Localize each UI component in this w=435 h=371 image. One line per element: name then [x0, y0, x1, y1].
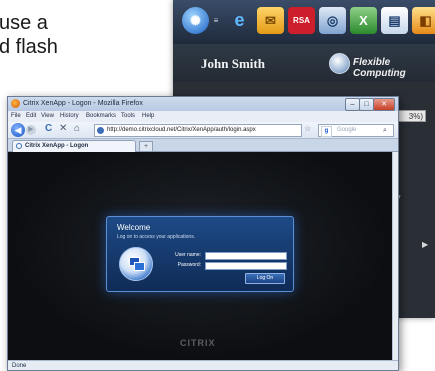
ie-icon[interactable]: e	[226, 7, 253, 34]
submenu-arrow-icon: ▶	[422, 240, 429, 249]
network-icon[interactable]: ◎	[319, 7, 346, 34]
stop-icon[interactable]: ✕	[59, 123, 67, 134]
password-label: Password:	[177, 262, 201, 268]
forward-button[interactable]: ▶	[26, 125, 36, 135]
login-dialog: Welcome Log on to access your applicatio…	[106, 216, 294, 292]
password-input[interactable]	[205, 262, 287, 270]
percent-box: 3%)	[398, 110, 426, 122]
menu-edit[interactable]: Edit	[26, 111, 36, 122]
menu-tools[interactable]: Tools	[121, 111, 135, 122]
search-icon[interactable]: ⌕	[383, 125, 387, 136]
taskbar: ✺ ≡ e ✉ RSA ◎ X ▤ ◧	[173, 0, 435, 45]
search-placeholder: Google	[337, 127, 357, 133]
firefox-icon	[11, 99, 20, 108]
site-favicon-icon	[97, 127, 104, 134]
citrix-logo: CITRIX	[180, 338, 216, 348]
log-on-button[interactable]: Log On	[245, 273, 285, 284]
minimize-button[interactable]: –	[345, 98, 360, 111]
address-bar[interactable]: http://demo.citrixcloud.net/Citrix/XenAp…	[94, 124, 302, 137]
search-box[interactable]: g Google ⌕	[318, 124, 394, 137]
tab-strip: Citrix XenApp - Logon +	[8, 139, 398, 152]
reload-icon[interactable]: C	[45, 123, 52, 134]
menu-file[interactable]: File	[11, 111, 21, 122]
app-icon[interactable]: ◧	[412, 7, 435, 34]
xenapp-logo-icon	[119, 247, 153, 281]
outlook-icon[interactable]: ✉	[257, 7, 284, 34]
tab-citrix-logon[interactable]: Citrix XenApp - Logon	[12, 140, 136, 152]
url-text: http://demo.citrixcloud.net/Citrix/XenAp…	[107, 127, 256, 133]
explorer-icon[interactable]: ▤	[381, 7, 408, 34]
username-input[interactable]	[205, 252, 287, 260]
document-text-line-2: d flash	[0, 36, 58, 58]
window-title: Citrix XenApp - Logon - Mozilla Firefox	[23, 100, 143, 107]
flexible-computing-icon	[329, 53, 350, 74]
back-button[interactable]: ◀	[11, 123, 25, 137]
username-label: User name:	[175, 252, 201, 258]
document-text-line-1: use a	[0, 12, 48, 34]
status-bar: Done	[8, 360, 398, 370]
flexible-computing-label: Flexible Computing	[353, 57, 406, 79]
maximize-button[interactable]: □	[359, 98, 374, 111]
excel-icon[interactable]: X	[350, 7, 377, 34]
home-icon[interactable]: ⌂	[74, 123, 80, 134]
start-orb-icon[interactable]: ✺	[182, 7, 209, 34]
bookmark-star-icon[interactable]: ☆	[304, 124, 311, 133]
title-bar: Citrix XenApp - Logon - Mozilla Firefox …	[8, 97, 398, 111]
overflow-icon[interactable]: ≡	[211, 7, 221, 34]
window-glyph-front-icon	[134, 262, 145, 271]
google-icon: g	[321, 126, 332, 137]
login-subtitle: Log on to access your applications.	[117, 234, 196, 240]
vertical-scrollbar[interactable]	[392, 152, 398, 360]
tab-label: Citrix XenApp - Logon	[25, 143, 89, 149]
login-title: Welcome	[117, 223, 151, 232]
navigation-toolbar: ◀ ▶ C ✕ ⌂ http://demo.citrixcloud.net/Ci…	[8, 122, 398, 139]
menu-bar: File Edit View History Bookmarks Tools H…	[8, 111, 398, 122]
menu-help[interactable]: Help	[142, 111, 154, 122]
firefox-window: Citrix XenApp - Logon - Mozilla Firefox …	[7, 96, 399, 371]
new-tab-button[interactable]: +	[139, 141, 153, 152]
rsa-icon[interactable]: RSA	[288, 7, 315, 34]
menu-view[interactable]: View	[41, 111, 54, 122]
page-content: Welcome Log on to access your applicatio…	[8, 152, 392, 360]
close-button[interactable]: ✕	[373, 98, 395, 111]
tab-favicon-icon	[16, 143, 22, 149]
menu-history[interactable]: History	[60, 111, 79, 122]
menu-bookmarks[interactable]: Bookmarks	[86, 111, 116, 122]
status-text: Done	[12, 363, 27, 369]
user-name: John Smith	[201, 56, 265, 71]
